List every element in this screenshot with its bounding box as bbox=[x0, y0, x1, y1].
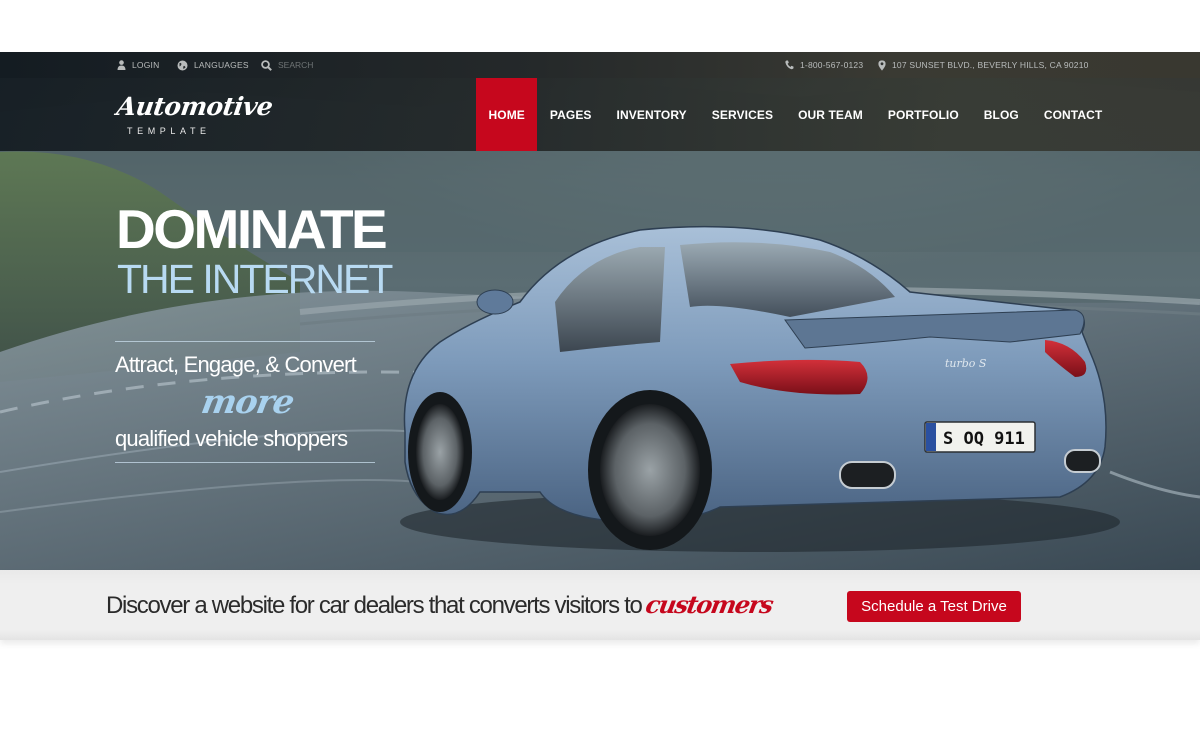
search-icon bbox=[261, 59, 272, 71]
hero-banner: turbo S S OQ 911 LOGIN LANGUAGES SEARCH … bbox=[0, 52, 1200, 570]
nav-item-pages[interactable]: PAGES bbox=[537, 78, 604, 151]
hero-tagline-1: Attract, Engage, & Convert bbox=[115, 352, 357, 377]
languages-link[interactable]: LANGUAGES bbox=[177, 52, 249, 78]
nav-item-portfolio[interactable]: PORTFOLIO bbox=[875, 78, 971, 151]
login-link[interactable]: LOGIN bbox=[117, 52, 159, 78]
car-badge-text: turbo S bbox=[945, 357, 987, 370]
cta-message: Discover a website for car dealers that … bbox=[106, 592, 643, 619]
phone-icon bbox=[785, 60, 794, 70]
main-nav: HOME PAGES INVENTORY SERVICES OUR TEAM P… bbox=[476, 78, 1115, 151]
nav-item-inventory[interactable]: INVENTORY bbox=[604, 78, 699, 151]
languages-label: LANGUAGES bbox=[194, 60, 249, 70]
hero-divider-top bbox=[115, 341, 375, 342]
hero-tagline-more: more bbox=[198, 382, 297, 421]
cta-text: Discover a website for car dealers that … bbox=[106, 590, 775, 620]
search-box[interactable] bbox=[261, 52, 358, 78]
cta-band: Discover a website for car dealers that … bbox=[0, 570, 1200, 640]
license-plate-text: S OQ 911 bbox=[943, 429, 1025, 449]
login-label: LOGIN bbox=[132, 60, 160, 70]
hero-tagline-2: qualified vehicle shoppers bbox=[115, 426, 348, 451]
address-text: 107 SUNSET BLVD., BEVERLY HILLS, CA 9021… bbox=[892, 60, 1089, 70]
nav-item-services[interactable]: SERVICES bbox=[699, 78, 785, 151]
nav-item-contact[interactable]: CONTACT bbox=[1031, 78, 1114, 151]
hero-headline: DOMINATE bbox=[116, 198, 388, 260]
map-pin-icon bbox=[878, 59, 886, 71]
schedule-test-drive-button[interactable]: Schedule a Test Drive bbox=[847, 591, 1021, 622]
cta-accent-word: customers bbox=[643, 590, 775, 619]
search-input[interactable] bbox=[278, 60, 358, 70]
hero-divider-bottom bbox=[115, 462, 375, 463]
nav-item-blog[interactable]: BLOG bbox=[971, 78, 1031, 151]
nav-item-our-team[interactable]: OUR TEAM bbox=[786, 78, 876, 151]
nav-item-home[interactable]: HOME bbox=[476, 78, 538, 151]
logo-script-text: Automotive bbox=[114, 92, 275, 121]
globe-icon bbox=[177, 60, 188, 70]
utility-bar: LOGIN LANGUAGES 1-800-567-0123 107 SUNSE… bbox=[0, 52, 1200, 78]
logo-subtitle: TEMPLATE bbox=[127, 126, 211, 136]
hero-subheadline: THE INTERNET bbox=[117, 256, 393, 302]
address-link[interactable]: 107 SUNSET BLVD., BEVERLY HILLS, CA 9021… bbox=[878, 52, 1089, 78]
phone-link[interactable]: 1-800-567-0123 bbox=[785, 52, 863, 78]
phone-number: 1-800-567-0123 bbox=[800, 60, 864, 70]
main-header: Automotive TEMPLATE HOME PAGES INVENTORY… bbox=[0, 78, 1200, 151]
site-logo[interactable]: Automotive TEMPLATE bbox=[115, 92, 274, 138]
user-icon bbox=[117, 60, 126, 70]
